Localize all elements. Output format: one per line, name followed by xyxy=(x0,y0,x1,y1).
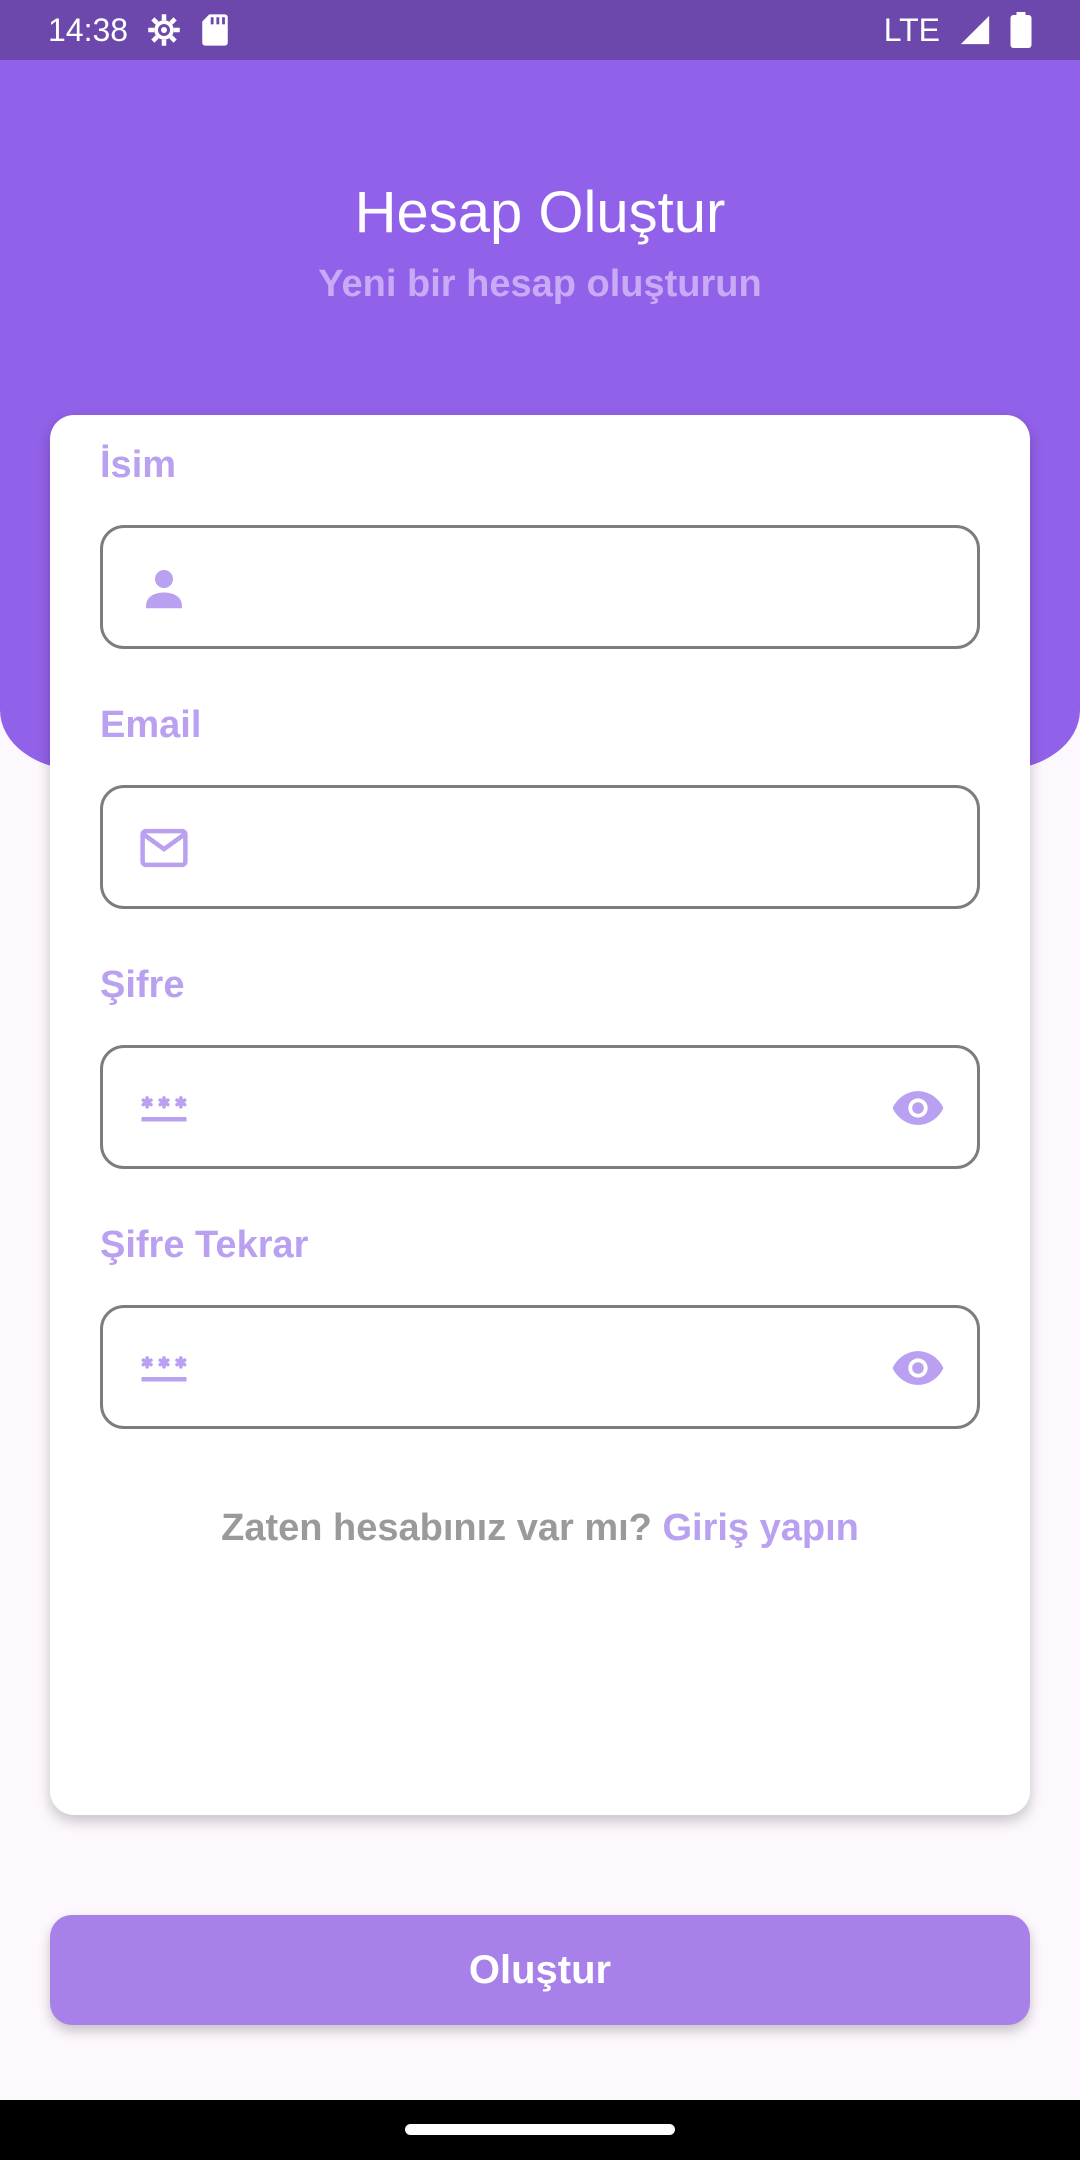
email-field[interactable] xyxy=(100,785,980,909)
battery-icon xyxy=(1010,12,1032,48)
home-handle[interactable] xyxy=(405,2124,675,2135)
password-label: Şifre xyxy=(100,964,185,1006)
person-icon xyxy=(137,561,191,615)
password-repeat-input[interactable] xyxy=(223,1308,843,1426)
password-input[interactable] xyxy=(223,1048,843,1166)
status-right: LTE xyxy=(884,12,1032,49)
status-left: 14:38 xyxy=(48,12,230,49)
password-field[interactable] xyxy=(100,1045,980,1169)
status-bar: 14:38 LTE xyxy=(0,0,1080,60)
name-label: İsim xyxy=(100,444,177,486)
password-icon xyxy=(137,1081,191,1135)
settings-icon xyxy=(146,12,182,48)
page-title: Hesap Oluştur xyxy=(354,180,726,245)
mail-icon xyxy=(137,821,191,875)
register-form-card: İsim Email Şifre Şifre Tekrar Zaten hesa… xyxy=(50,415,1030,1815)
login-prompt-text: Zaten hesabınız var mı? xyxy=(221,1507,652,1549)
login-link[interactable]: Giriş yapın xyxy=(662,1507,858,1549)
status-time: 14:38 xyxy=(48,11,129,48)
create-account-button[interactable]: Oluştur xyxy=(50,1915,1030,2025)
network-type: LTE xyxy=(883,11,940,48)
sd-card-icon xyxy=(200,13,230,47)
signal-icon xyxy=(958,13,992,47)
email-label: Email xyxy=(100,704,202,746)
eye-icon[interactable] xyxy=(889,1339,947,1397)
password-repeat-label: Şifre Tekrar xyxy=(100,1224,309,1266)
name-input[interactable] xyxy=(223,528,843,646)
password-icon xyxy=(137,1341,191,1395)
eye-icon[interactable] xyxy=(889,1079,947,1137)
email-input[interactable] xyxy=(223,788,843,906)
login-prompt-line: Zaten hesabınız var mı? Giriş yapın xyxy=(50,1505,1030,1551)
password-repeat-field[interactable] xyxy=(100,1305,980,1429)
name-field[interactable] xyxy=(100,525,980,649)
navigation-bar xyxy=(0,2100,1080,2160)
page-subtitle: Yeni bir hesap oluşturun xyxy=(318,263,762,305)
